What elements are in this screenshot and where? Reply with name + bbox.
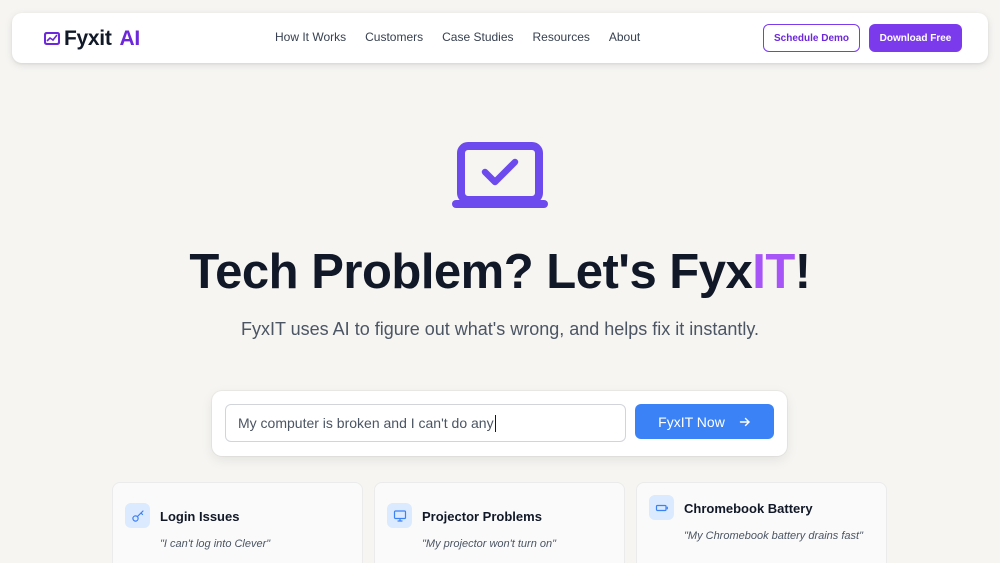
hero-title-accent: IT <box>752 245 795 299</box>
nav-links: How It Works Customers Case Studies Reso… <box>275 30 659 44</box>
card-title: Login Issues <box>160 509 240 524</box>
fyxit-now-button[interactable]: FyxIT Now <box>635 404 774 439</box>
nav-link-case-studies[interactable]: Case Studies <box>442 30 513 44</box>
hero-title-main: Tech Problem? Let's Fyx <box>189 245 753 299</box>
download-free-button[interactable]: Download Free <box>869 24 962 52</box>
card-title: Projector Problems <box>422 509 542 524</box>
laptop-chart-icon <box>44 32 60 45</box>
key-icon <box>131 509 144 522</box>
problem-input[interactable]: My computer is broken and I can't do any <box>225 404 626 442</box>
card-quote: "My projector won't turn on" <box>422 538 557 550</box>
brand-accent: AI <box>119 27 141 50</box>
card-icon-box <box>387 503 412 528</box>
example-card-login[interactable]: Login Issues "I can't log into Clever" <box>112 482 363 563</box>
brand-name: Fyxit <box>64 27 112 50</box>
card-icon-box <box>649 495 674 520</box>
example-card-chromebook[interactable]: Chromebook Battery "My Chromebook batter… <box>636 482 887 563</box>
card-title: Chromebook Battery <box>684 501 813 516</box>
arrow-right-icon <box>739 417 750 426</box>
hero-title-end: ! <box>794 245 811 299</box>
nav-link-customers[interactable]: Customers <box>365 30 423 44</box>
schedule-demo-button[interactable]: Schedule Demo <box>763 24 860 52</box>
search-card: My computer is broken and I can't do any… <box>212 391 787 456</box>
hero-subtitle: FyxIT uses AI to figure out what's wrong… <box>240 319 760 339</box>
card-quote: "I can't log into Clever" <box>160 538 271 550</box>
monitor-icon <box>393 509 406 522</box>
navbar: Fyxit AI How It Works Customers Case Stu… <box>12 13 988 63</box>
brand-logo[interactable]: Fyxit AI <box>43 27 140 51</box>
fyxit-now-label: FyxIT Now <box>658 413 725 430</box>
example-card-projector[interactable]: Projector Problems "My projector won't t… <box>374 482 625 563</box>
nav-link-how-it-works[interactable]: How It Works <box>275 30 346 44</box>
text-caret <box>494 414 496 432</box>
problem-input-value: My computer is broken and I can't do any <box>238 415 494 431</box>
laptop-check-icon <box>452 142 548 208</box>
card-quote: "My Chromebook battery drains fast" <box>684 530 863 542</box>
nav-link-about[interactable]: About <box>609 30 640 44</box>
card-icon-box <box>125 503 150 528</box>
hero-title: Tech Problem? Let's FyxIT! <box>0 244 1000 300</box>
nav-link-resources[interactable]: Resources <box>533 30 590 44</box>
battery-icon <box>655 504 668 511</box>
